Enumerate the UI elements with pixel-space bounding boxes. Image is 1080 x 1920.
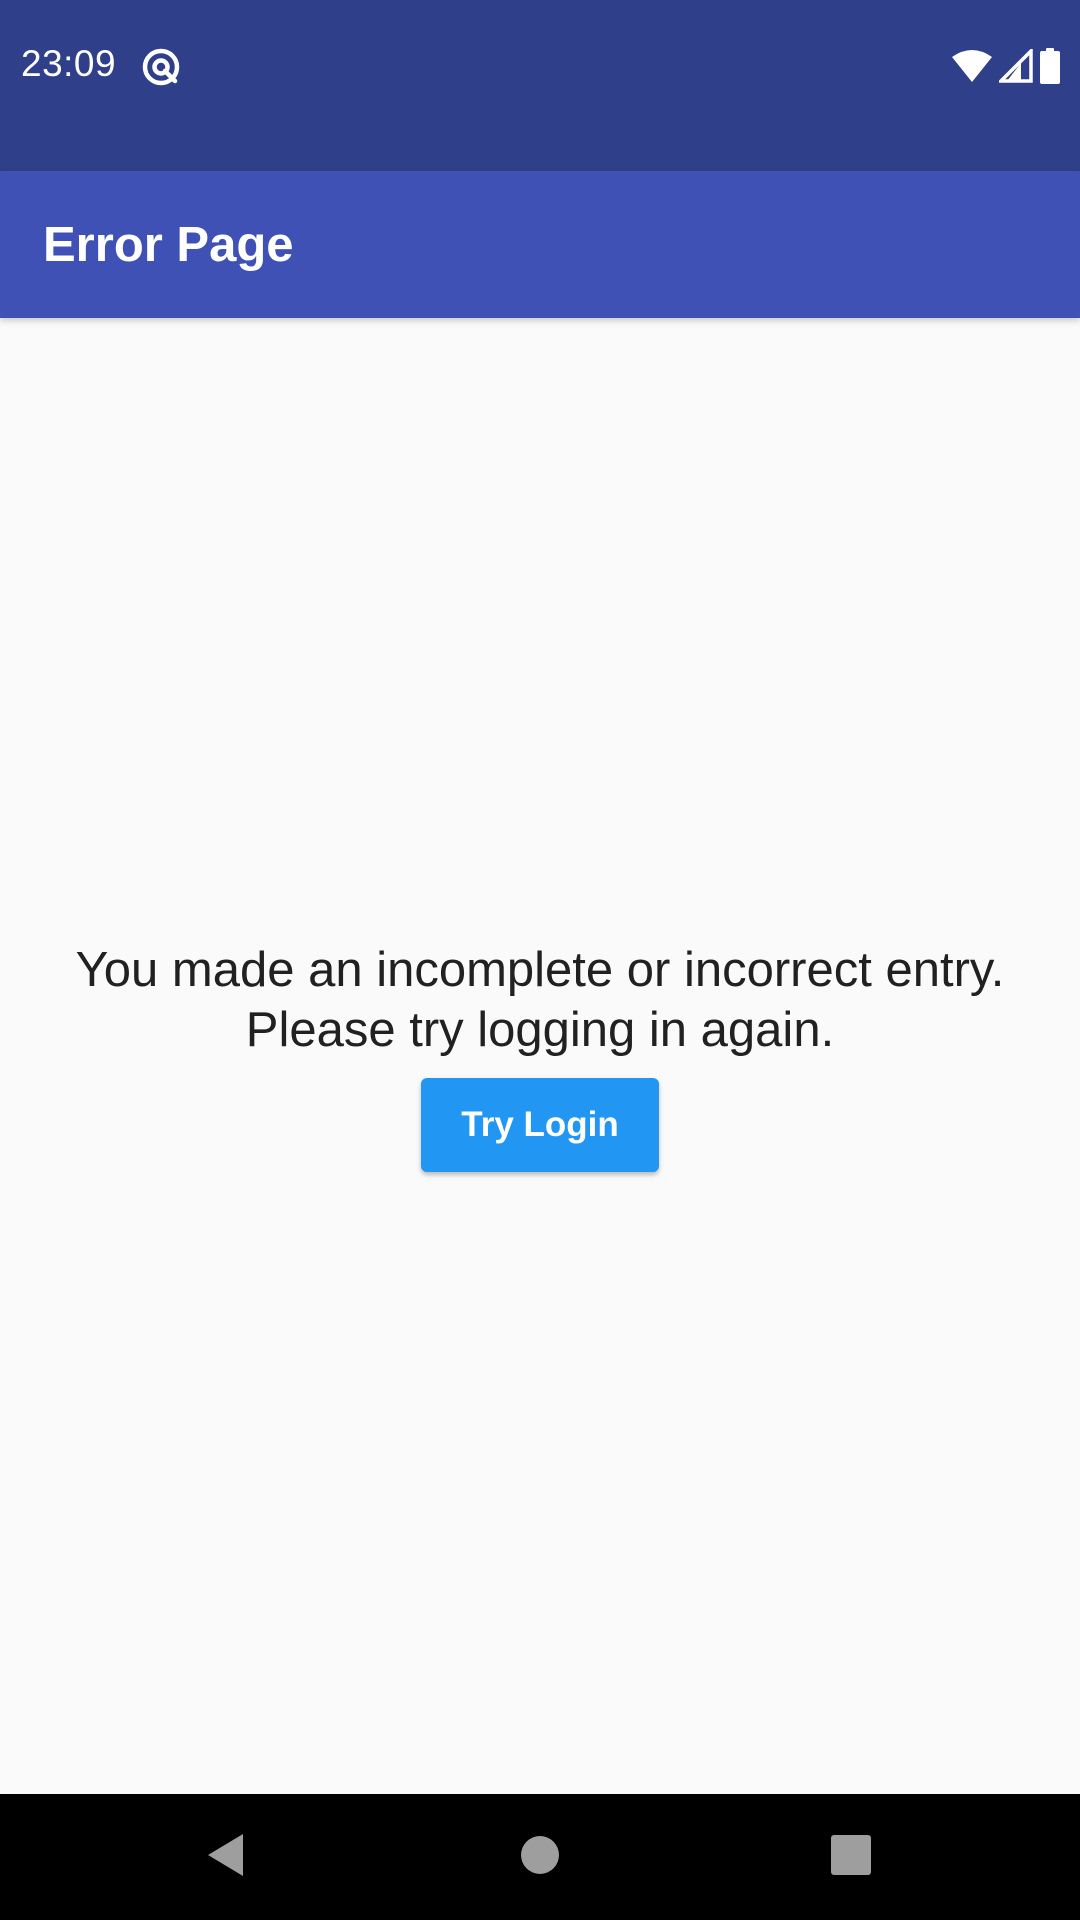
error-message: You made an incomplete or incorrect entr… [10,940,1070,1060]
page-title: Error Page [43,218,294,272]
home-circle-icon [520,1835,560,1880]
cell-signal-icon [999,49,1033,83]
status-time: 23:09 [21,43,117,84]
navigation-bar [0,1794,1080,1920]
error-content: You made an incomplete or incorrect entr… [0,318,1080,1794]
battery-icon [1039,48,1061,84]
back-button[interactable] [165,1794,285,1920]
back-triangle-icon [205,1832,245,1883]
status-bar: 23:09 [0,0,1080,171]
app-bar: Error Page [0,171,1080,318]
wifi-icon [951,49,993,83]
at-sign-icon [141,47,181,87]
error-message-line-1: You made an incomplete or incorrect entr… [75,943,1005,997]
status-icons [951,46,1061,86]
screen: 23:09 Error Page You made an incomplete … [0,0,1080,1920]
recents-button[interactable] [791,1794,911,1920]
error-message-line-2: Please try logging in again. [245,1003,835,1057]
try-login-button[interactable]: Try Login [421,1078,659,1172]
home-button[interactable] [480,1794,600,1920]
recents-square-icon [831,1834,871,1880]
